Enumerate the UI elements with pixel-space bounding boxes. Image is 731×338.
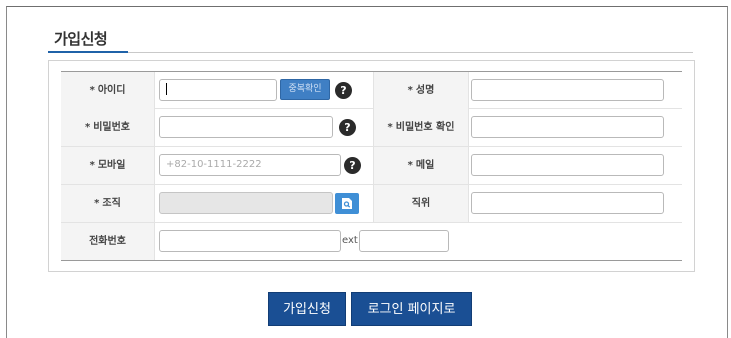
form-row-id: * 아이디 중복확인 ? * 성명	[61, 71, 682, 109]
name-input[interactable]	[471, 79, 664, 101]
ext-input[interactable]	[359, 230, 449, 252]
org-label: * 조직	[61, 185, 155, 222]
signup-form: * 아이디 중복확인 ? * 성명 * 비밀번호 ? * 비밀번호 확인 * 모바일 +8…	[48, 60, 695, 272]
org-search-button[interactable]	[335, 193, 359, 214]
login-page-button[interactable]: 로그인 페이지로	[351, 292, 472, 326]
email-input[interactable]	[471, 154, 664, 176]
phone-input[interactable]	[159, 230, 341, 252]
password-confirm-input[interactable]	[471, 116, 664, 138]
position-label: 직위	[373, 185, 469, 222]
question-circle-icon[interactable]: ?	[335, 82, 352, 99]
form-row-phone: 전화번호 ext	[61, 223, 682, 261]
ext-label: ext	[342, 235, 358, 246]
question-circle-icon[interactable]: ?	[344, 157, 361, 174]
page-title: 가입신청	[54, 30, 108, 48]
name-label: * 성명	[373, 72, 469, 109]
text-cursor	[166, 83, 167, 95]
password-label: * 비밀번호	[61, 109, 155, 146]
title-divider	[48, 52, 693, 53]
form-row-org: * 조직 직위	[61, 185, 682, 223]
mobile-label: * 모바일	[61, 147, 155, 184]
document-search-icon	[342, 198, 352, 209]
phone-label: 전화번호	[61, 223, 155, 260]
password-input[interactable]	[159, 116, 333, 138]
submit-button[interactable]: 가입신청	[268, 292, 346, 326]
id-input[interactable]	[159, 79, 277, 101]
email-label: * 메일	[373, 147, 469, 184]
password-confirm-label: * 비밀번호 확인	[373, 109, 469, 146]
position-input[interactable]	[471, 192, 664, 214]
title-underline	[48, 51, 128, 53]
required-mark: *	[89, 85, 95, 96]
dup-check-button[interactable]: 중복확인	[280, 79, 330, 100]
form-row-mobile: * 모바일 +82-10-1111-2222 ? * 메일	[61, 147, 682, 185]
question-circle-icon[interactable]: ?	[339, 119, 356, 136]
id-label: * 아이디	[61, 72, 155, 109]
form-row-password: * 비밀번호 ? * 비밀번호 확인	[61, 109, 682, 147]
mobile-input[interactable]: +82-10-1111-2222	[159, 154, 341, 176]
org-input	[159, 192, 333, 214]
